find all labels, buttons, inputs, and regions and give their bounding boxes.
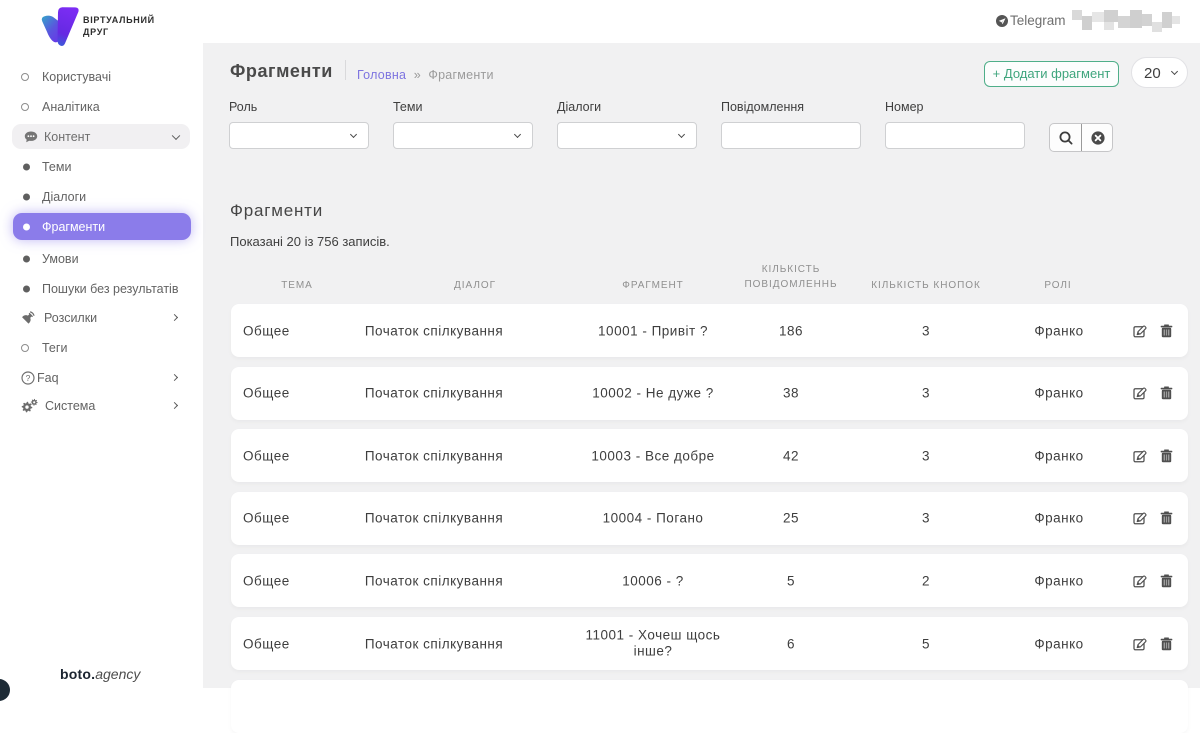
svg-text:?: ?	[26, 373, 31, 383]
